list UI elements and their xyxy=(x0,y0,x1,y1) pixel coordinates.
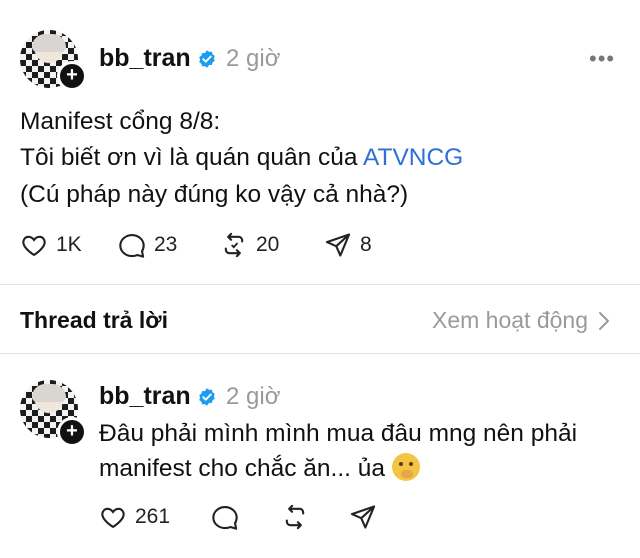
reply-comment-button[interactable] xyxy=(211,503,239,531)
post-line-2-text: Tôi biết ơn vì là quán quân của xyxy=(20,144,363,171)
share-count: 8 xyxy=(360,233,372,256)
post-line-2: Tôi biết ơn vì là quán quân của ATVNCG xyxy=(20,140,463,176)
reply-line-2-text: manifest cho chắc ăn... ủa xyxy=(99,455,385,482)
avatar-hair xyxy=(32,384,66,402)
chevron-right-icon xyxy=(599,311,609,330)
hand-over-mouth-emoji-icon xyxy=(391,453,420,481)
hashtag-link[interactable]: ATVNCG xyxy=(363,144,463,171)
share-button[interactable]: 8 xyxy=(324,231,372,259)
more-horizontal-icon[interactable]: ••• xyxy=(589,46,615,72)
see-activity-link[interactable]: Xem hoạt động xyxy=(432,307,610,334)
reply-share-button[interactable] xyxy=(349,503,377,531)
comment-bubble-icon xyxy=(212,506,238,530)
send-icon xyxy=(325,233,351,257)
comment-button[interactable]: 23 xyxy=(118,231,177,259)
repost-count: 20 xyxy=(256,233,280,256)
verified-badge-icon xyxy=(199,50,215,68)
reply-repost-button[interactable] xyxy=(281,503,309,531)
comment-bubble-icon xyxy=(119,234,145,258)
repost-icon xyxy=(285,504,305,530)
avatar-hair xyxy=(32,34,66,52)
reply-time: 2 giờ xyxy=(226,383,281,410)
divider xyxy=(0,353,640,354)
reply-username[interactable]: bb_tran xyxy=(99,382,191,411)
heart-icon xyxy=(22,235,46,257)
verified-badge-icon xyxy=(199,388,215,406)
repost-icon xyxy=(224,232,244,258)
post-username[interactable]: bb_tran xyxy=(99,44,191,73)
like-button[interactable]: 1K xyxy=(20,231,82,259)
reply-like-count: 261 xyxy=(135,505,171,528)
thread-replies-title: Thread trả lời xyxy=(20,307,168,333)
heart-icon xyxy=(101,507,125,529)
reply-like-button[interactable]: 261 xyxy=(99,503,170,531)
post-time: 2 giờ xyxy=(226,45,281,72)
reply-line-1: Đâu phải mình mình mua đâu mng nên phải xyxy=(99,420,578,447)
post-line-3: (Cú pháp này đúng ko vậy cả nhà?) xyxy=(20,181,409,208)
repost-button[interactable]: 20 xyxy=(220,231,279,259)
follow-plus-icon[interactable]: + xyxy=(57,61,87,91)
see-activity-label: Xem hoạt động xyxy=(431,307,588,333)
divider xyxy=(0,284,640,285)
follow-plus-icon[interactable]: + xyxy=(57,417,87,447)
reply-line-2: manifest cho chắc ăn... ủa xyxy=(99,451,420,487)
comment-count: 23 xyxy=(154,233,178,256)
send-icon xyxy=(350,505,376,529)
post-line-1: Manifest cổng 8/8: xyxy=(20,108,221,135)
like-count: 1K xyxy=(56,233,82,256)
